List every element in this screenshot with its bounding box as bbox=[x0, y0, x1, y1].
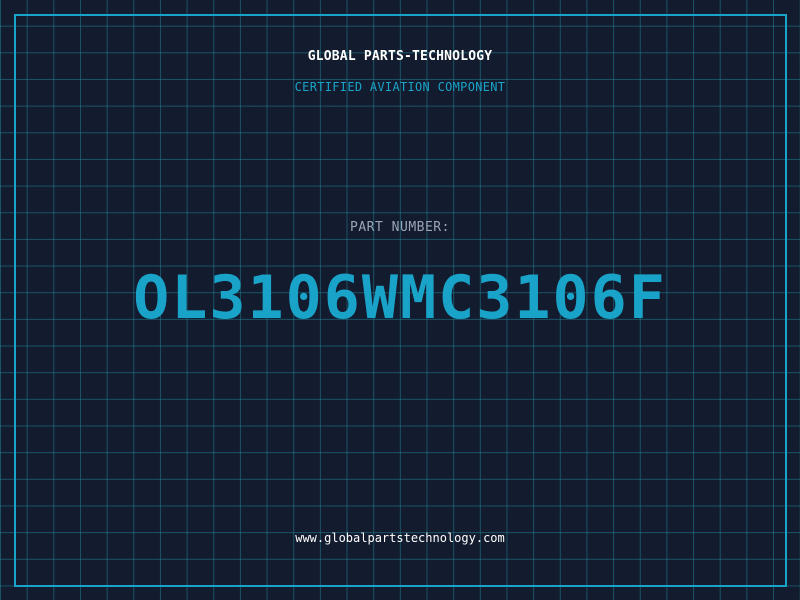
website-url: www.globalpartstechnology.com bbox=[295, 531, 505, 545]
part-number-label: PART NUMBER: bbox=[350, 220, 450, 235]
part-number-value: OL3106WMC3106F bbox=[133, 263, 667, 333]
certification-subtitle: CERTIFIED AVIATION COMPONENT bbox=[294, 80, 506, 94]
company-name: GLOBAL PARTS-TECHNOLOGY bbox=[307, 49, 493, 64]
label-canvas: GLOBAL PARTS-TECHNOLOGY CERTIFIED AVIATI… bbox=[0, 0, 800, 600]
